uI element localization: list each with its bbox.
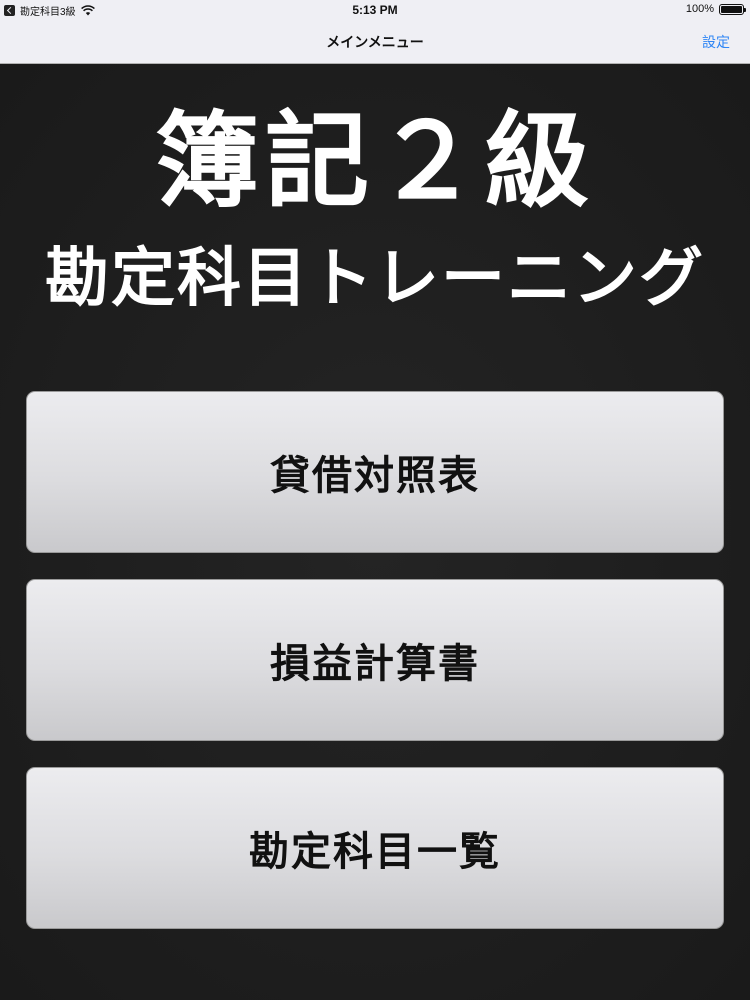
app-subtitle: 勘定科目トレーニング <box>45 242 705 316</box>
app-title: 簿記２級 <box>154 100 595 222</box>
income-statement-button[interactable]: 損益計算書 <box>26 579 724 741</box>
battery-percent: 100% <box>685 3 714 15</box>
nav-title: メインメニュー <box>326 35 424 51</box>
status-bar: 勘定科目3級 5:13 PM 100% <box>0 0 750 20</box>
battery-icon <box>719 3 746 15</box>
balance-sheet-label: 貸借対照表 <box>270 453 480 499</box>
main-menu: 簿記２級 勘定科目トレーニング 貸借対照表 損益計算書 勘定科目一覧 <box>0 64 750 1000</box>
battery-fill <box>721 5 742 13</box>
navigation-bar: メインメニュー 設定 <box>0 20 750 64</box>
account-list-button[interactable]: 勘定科目一覧 <box>26 767 724 929</box>
balance-sheet-button[interactable]: 貸借対照表 <box>26 391 724 553</box>
account-list-label: 勘定科目一覧 <box>249 829 501 875</box>
status-right: 100% <box>685 3 746 15</box>
settings-button[interactable]: 設定 <box>702 32 730 52</box>
status-time: 5:13 PM <box>352 3 398 17</box>
income-statement-label: 損益計算書 <box>270 641 480 687</box>
